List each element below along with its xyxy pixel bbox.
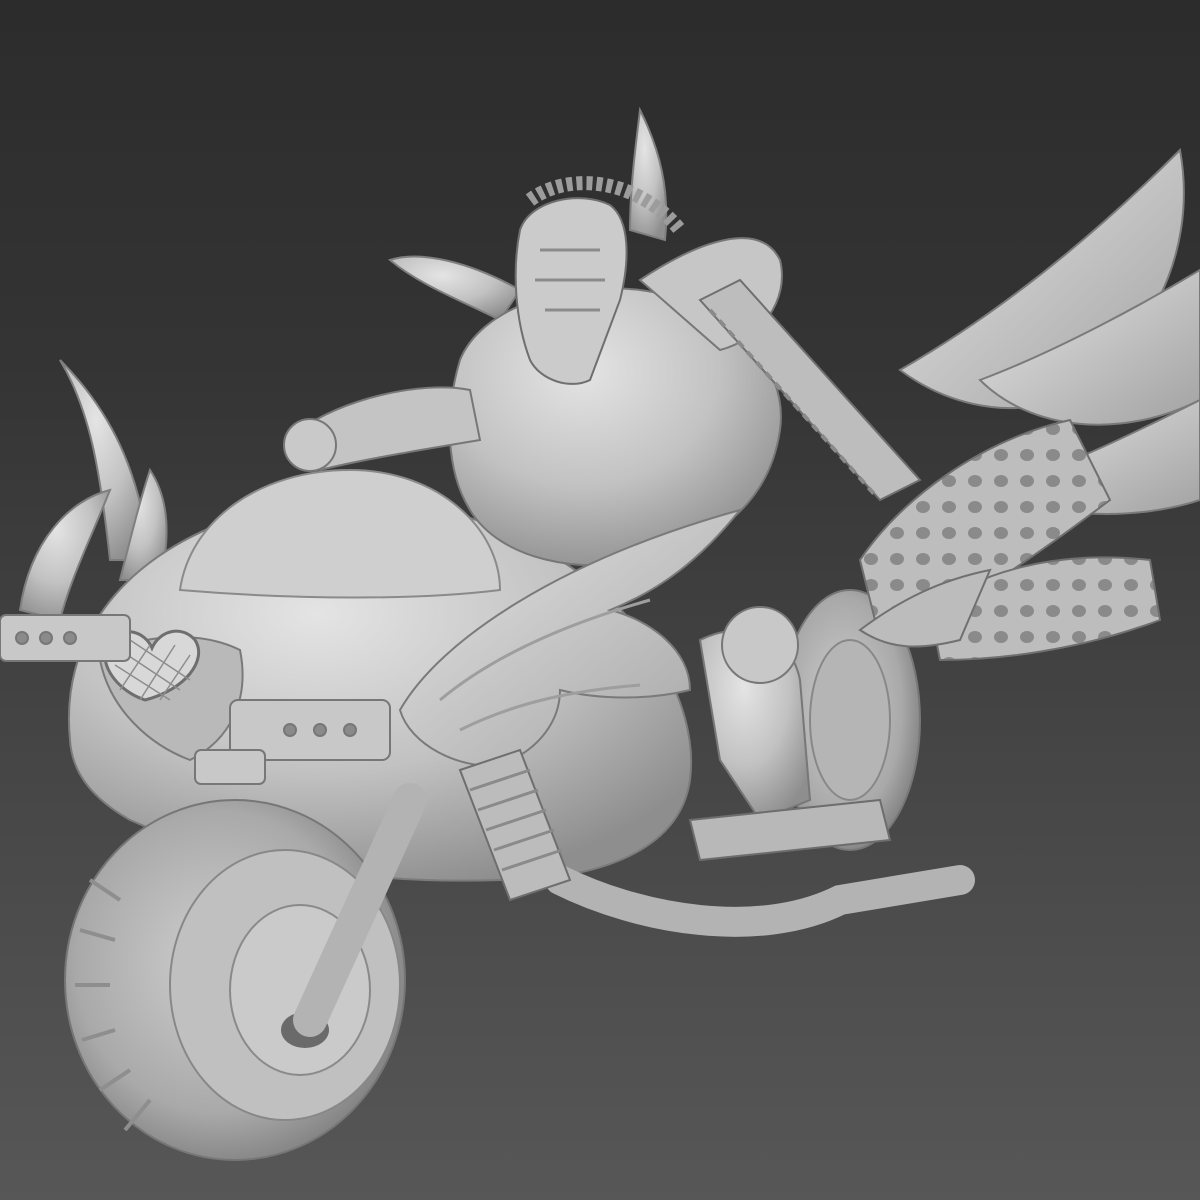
- front-wheel-icon: [64, 799, 406, 1161]
- model-render[interactable]: [0, 0, 1200, 1200]
- 3d-viewport[interactable]: [0, 0, 1200, 1200]
